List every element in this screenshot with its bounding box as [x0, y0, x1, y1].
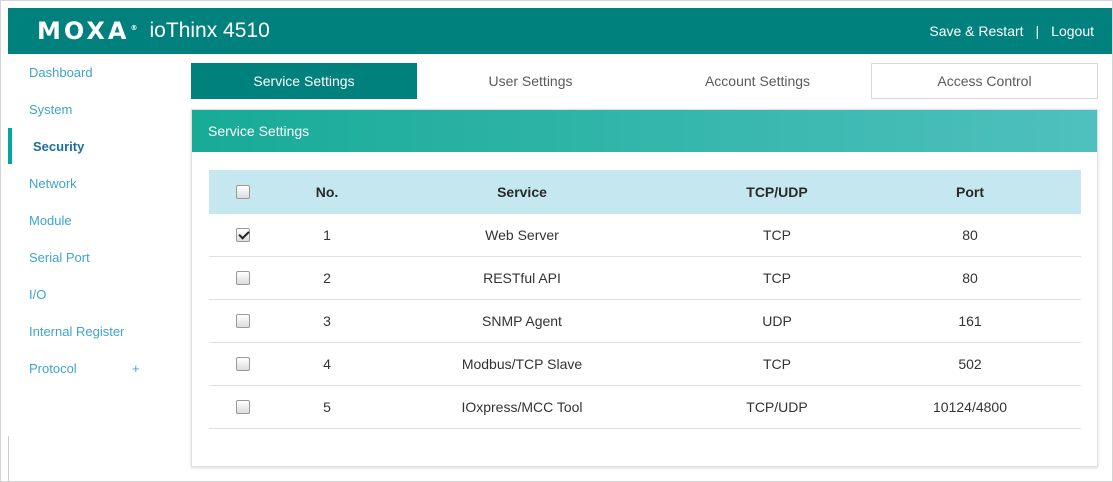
- sidebar-divider: [8, 436, 9, 482]
- sidebar-item-label: Serial Port: [29, 249, 90, 265]
- moxa-logo: MOXA®: [37, 17, 141, 45]
- top-header: MOXA® ioThinx 4510 Save & Restart | Logo…: [8, 8, 1112, 54]
- save-restart-link[interactable]: Save & Restart: [929, 23, 1023, 39]
- table-row: 3 SNMP Agent UDP 161: [209, 300, 1081, 343]
- row-protocol: TCP: [763, 356, 791, 372]
- header-service: Service: [497, 184, 547, 200]
- row-no: 3: [323, 313, 331, 329]
- sidebar-item-label: Dashboard: [29, 64, 93, 80]
- table-header-row: No. Service TCP/UDP Port: [209, 170, 1081, 214]
- tab-label: User Settings: [488, 73, 573, 89]
- tab-label: Service Settings: [253, 73, 355, 89]
- row-checkbox-cell: [226, 214, 260, 256]
- sidebar-item-label: Module: [29, 212, 72, 228]
- tab-label: Access Control: [937, 73, 1032, 89]
- header-port: Port: [956, 184, 984, 200]
- row-port: 502: [958, 356, 982, 372]
- select-all-cell: [226, 170, 260, 214]
- row-service: RESTful API: [483, 270, 561, 286]
- header-no: No.: [315, 184, 339, 200]
- sidebar-item-security[interactable]: Security: [8, 128, 158, 164]
- sidebar-item-label: Protocol: [29, 360, 77, 376]
- product-name: ioThinx 4510: [149, 19, 270, 42]
- row-checkbox-cell: [226, 300, 260, 342]
- row-checkbox-cell: [226, 343, 260, 385]
- sidebar-item-protocol[interactable]: Protocol +: [8, 350, 158, 386]
- tab-user-settings[interactable]: User Settings: [417, 63, 644, 99]
- tab-service-settings[interactable]: Service Settings: [191, 63, 417, 99]
- panel-title: Service Settings: [192, 110, 1097, 152]
- row-port: 161: [958, 313, 982, 329]
- logo-text: MOXA: [37, 17, 130, 45]
- service-settings-panel: Service Settings No. Service TCP/UDP Por…: [191, 109, 1098, 467]
- table-row: 1 Web Server TCP 80: [209, 214, 1081, 257]
- table-row: 5 IOxpress/MCC Tool TCP/UDP 10124/4800: [209, 386, 1081, 429]
- tab-label: Account Settings: [704, 73, 811, 89]
- sidebar-item-label: Network: [29, 175, 77, 191]
- row-checkbox-cell: [226, 257, 260, 299]
- sidebar-item-system[interactable]: System: [8, 91, 158, 127]
- brand: MOXA® ioThinx 4510: [37, 8, 270, 54]
- row-checkbox[interactable]: [236, 271, 250, 285]
- sidebar-item-network[interactable]: Network: [8, 165, 158, 201]
- row-no: 4: [323, 356, 331, 372]
- row-protocol: TCP: [763, 270, 791, 286]
- sidebar-item-label: Security: [33, 138, 85, 154]
- row-service: SNMP Agent: [482, 313, 562, 329]
- row-protocol: TCP: [763, 227, 791, 243]
- row-service: IOxpress/MCC Tool: [461, 399, 583, 415]
- expand-plus-icon[interactable]: +: [132, 361, 140, 376]
- sidebar: Dashboard System Security Network Module…: [8, 54, 158, 482]
- row-protocol: TCP/UDP: [746, 399, 808, 415]
- row-checkbox[interactable]: [236, 400, 250, 414]
- header-protocol: TCP/UDP: [746, 184, 808, 200]
- row-checkbox[interactable]: [236, 357, 250, 371]
- table-row: 2 RESTful API TCP 80: [209, 257, 1081, 300]
- select-all-checkbox[interactable]: [236, 185, 250, 199]
- row-port: 10124/4800: [933, 399, 1007, 415]
- row-port: 80: [962, 270, 978, 286]
- sidebar-item-label: I/O: [29, 286, 47, 302]
- sidebar-item-serial-port[interactable]: Serial Port: [8, 239, 158, 275]
- tab-access-control[interactable]: Access Control: [871, 63, 1098, 99]
- logout-link[interactable]: Logout: [1051, 23, 1094, 39]
- row-checkbox[interactable]: [236, 314, 250, 328]
- sidebar-item-internal-register[interactable]: Internal Register: [8, 313, 158, 349]
- services-table: No. Service TCP/UDP Port 1 Web Server TC…: [209, 170, 1081, 429]
- row-service: Web Server: [485, 227, 559, 243]
- row-checkbox-cell: [226, 386, 260, 428]
- sidebar-item-label: Internal Register: [29, 323, 125, 339]
- row-no: 2: [323, 270, 331, 286]
- header-separator: |: [1035, 23, 1040, 39]
- registered-mark-icon: ®: [130, 24, 141, 32]
- row-port: 80: [962, 227, 978, 243]
- sidebar-item-dashboard[interactable]: Dashboard: [8, 54, 158, 90]
- row-no: 1: [323, 227, 331, 243]
- row-checkbox[interactable]: [236, 228, 250, 242]
- sidebar-item-io[interactable]: I/O: [8, 276, 158, 312]
- row-service: Modbus/TCP Slave: [461, 356, 583, 372]
- row-protocol: UDP: [762, 313, 792, 329]
- table-row: 4 Modbus/TCP Slave TCP 502: [209, 343, 1081, 386]
- row-no: 5: [323, 399, 331, 415]
- sidebar-item-label: System: [29, 101, 73, 117]
- sidebar-item-module[interactable]: Module: [8, 202, 158, 238]
- tab-account-settings[interactable]: Account Settings: [644, 63, 871, 99]
- header-actions: Save & Restart | Logout: [929, 8, 1094, 54]
